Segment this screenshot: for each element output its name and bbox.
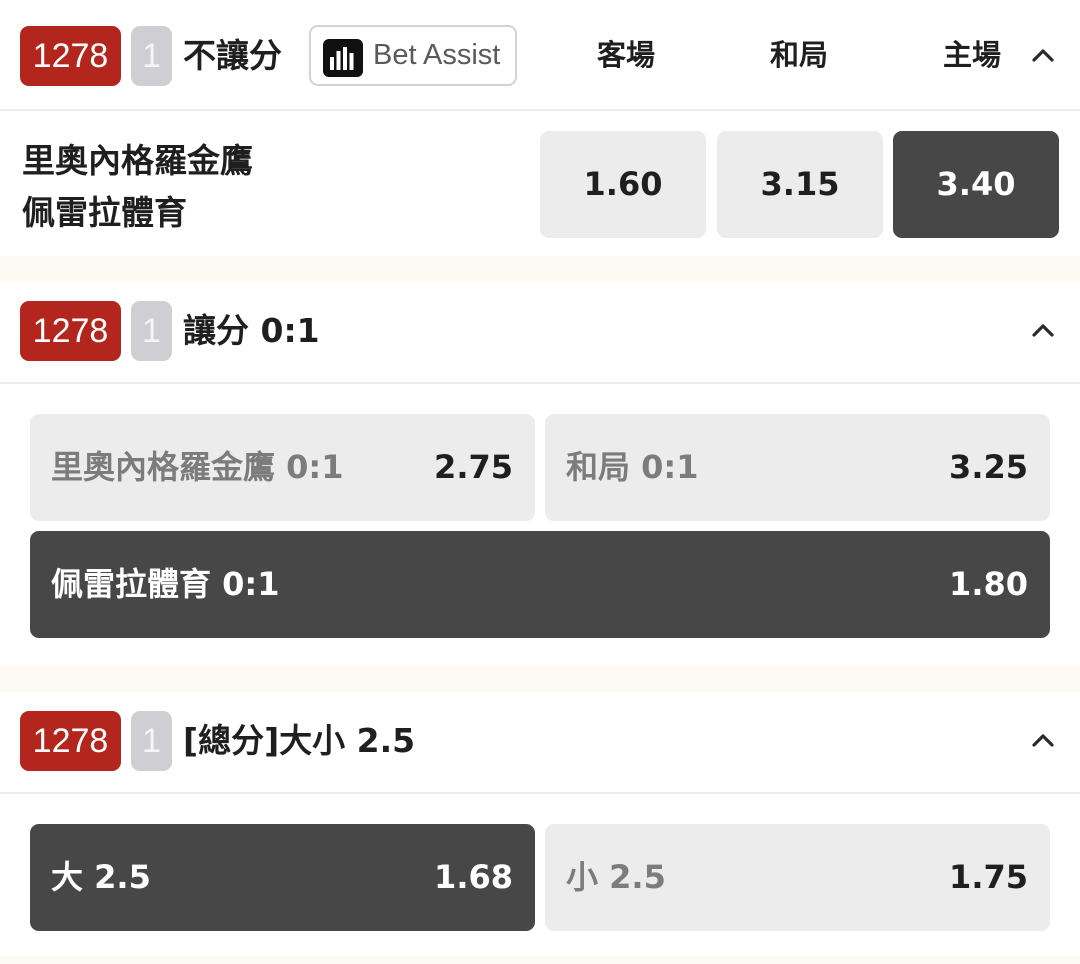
- match-id-badge: 1278: [20, 711, 121, 771]
- chevron-up-icon[interactable]: [1028, 315, 1058, 345]
- market-card-total: 1278 1 [總分]大小 2.5 大 2.5 1.68 小 2.5 1.75: [0, 692, 1080, 956]
- handicap-option-team2[interactable]: 佩雷拉體育 0:1 1.80: [30, 531, 1050, 638]
- odds-button-home[interactable]: 3.40: [893, 131, 1059, 238]
- leg-badge: 1: [131, 26, 172, 86]
- leg-badge: 1: [131, 711, 172, 771]
- match-id-badge: 1278: [20, 26, 121, 86]
- market-card-handicap: 1278 1 讓分 0:1 里奧內格羅金鷹 0:1 2.75 和局 0:1 3.…: [0, 282, 1080, 666]
- market-card-1x2: 1278 1 不讓分 Bet Assist 客場 和局 主場 里奧內格羅金鷹 佩…: [0, 0, 1080, 256]
- bet-assist-label: Bet Assist: [373, 39, 501, 71]
- market-title: 不讓分: [183, 36, 282, 75]
- chevron-up-icon[interactable]: [1028, 40, 1058, 70]
- leg-badge: 1: [131, 301, 172, 361]
- odds-button-draw[interactable]: 3.15: [717, 131, 883, 238]
- market-title: 讓分 0:1: [183, 311, 320, 350]
- column-header-home: 主場: [942, 38, 1001, 72]
- bet-assist-button[interactable]: Bet Assist: [309, 25, 517, 86]
- bar-chart-icon: [323, 39, 363, 77]
- option-label: 和局 0:1: [566, 448, 699, 486]
- handicap-option-team1[interactable]: 里奧內格羅金鷹 0:1 2.75: [30, 414, 535, 521]
- total-option-under[interactable]: 小 2.5 1.75: [545, 824, 1050, 931]
- handicap-option-draw[interactable]: 和局 0:1 3.25: [545, 414, 1050, 521]
- chevron-up-icon[interactable]: [1028, 725, 1058, 755]
- market-header[interactable]: 1278 1 不讓分 Bet Assist 客場 和局 主場: [0, 0, 1080, 111]
- option-label: 里奧內格羅金鷹 0:1: [51, 448, 344, 486]
- option-label: 佩雷拉體育 0:1: [51, 565, 280, 603]
- market-header[interactable]: 1278 1 [總分]大小 2.5: [0, 692, 1080, 794]
- option-odds: 1.80: [949, 565, 1028, 603]
- match-teams: 里奧內格羅金鷹 佩雷拉體育: [22, 135, 253, 239]
- market-header[interactable]: 1278 1 讓分 0:1: [0, 282, 1080, 384]
- column-header-draw: 和局: [769, 38, 828, 72]
- team-name-2: 佩雷拉體育: [22, 193, 187, 232]
- option-odds: 3.25: [949, 448, 1028, 486]
- option-odds: 2.75: [434, 448, 513, 486]
- option-label: 小 2.5: [566, 858, 666, 896]
- option-odds: 1.68: [434, 858, 513, 896]
- match-id-badge: 1278: [20, 301, 121, 361]
- market-title: [總分]大小 2.5: [183, 721, 416, 760]
- odds-button-away[interactable]: 1.60: [540, 131, 706, 238]
- total-option-over[interactable]: 大 2.5 1.68: [30, 824, 535, 931]
- column-header-away: 客場: [596, 38, 655, 72]
- option-odds: 1.75: [949, 858, 1028, 896]
- team-name-1: 里奧內格羅金鷹: [22, 141, 253, 180]
- option-label: 大 2.5: [51, 858, 151, 896]
